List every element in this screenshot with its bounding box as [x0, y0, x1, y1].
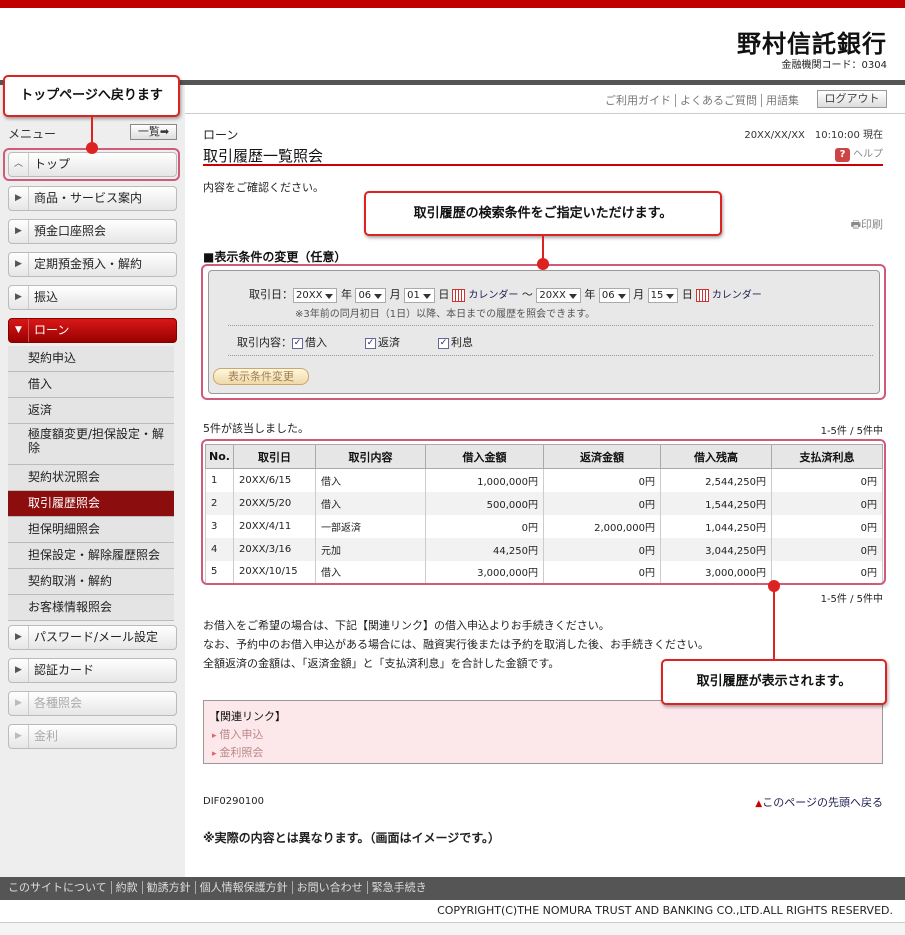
footer: このサイトについて 約款 勧誘方針 個人情報保護方針 お問い合わせ 緊急手続き — [0, 877, 905, 900]
related-links-title: 【関連リンク】 — [209, 710, 286, 723]
arrow-right-icon: ▶ — [9, 692, 29, 715]
arrow-right-icon: ▶ — [9, 220, 29, 243]
sidebar-item-products[interactable]: ▶ 商品・サービス案内 — [8, 186, 177, 211]
help-icon: ? — [835, 148, 850, 162]
arrow-right-icon: ▶ — [9, 286, 29, 309]
glossary-link[interactable]: 用語集 — [762, 94, 803, 107]
note-line: お借入をご希望の場合は、下記【関連リンク】の借入申込よりお手続きください。 — [203, 619, 610, 632]
sidebar-sub-item[interactable]: 契約申込 — [8, 346, 174, 372]
sidebar-sub-item[interactable]: 担保設定・解除履歴照会 — [8, 543, 174, 569]
bank-logo: 野村信託銀行 — [737, 29, 887, 58]
paging-top: 1-5件 / 5件中 — [820, 426, 883, 437]
callout-connector — [773, 588, 775, 660]
sidebar-sub-item[interactable]: 借入 — [8, 372, 174, 398]
bank-code: 金融機関コード：0304 — [781, 60, 887, 71]
sidebar-item-loan[interactable]: ▼ ローン — [8, 318, 177, 343]
footer-link[interactable]: 個人情報保護方針 — [199, 881, 293, 894]
link-rate-inquiry[interactable]: 金利照会 — [212, 744, 263, 760]
menu-list-button[interactable]: 一覧➡ — [130, 124, 177, 140]
footer-link[interactable]: お問い合わせ — [296, 881, 368, 894]
help-link[interactable]: ? ヘルプ — [835, 145, 883, 162]
sidebar-sub-item[interactable]: 契約状況照会 — [8, 465, 174, 491]
sidebar-item-time-deposit[interactable]: ▶ 定期預金預入・解約 — [8, 252, 177, 277]
result-count: 5件が該当しました。 — [203, 422, 309, 435]
print-link[interactable]: 🖶印刷 — [851, 216, 883, 235]
sidebar-item-rates: ▶ 金利 — [8, 724, 177, 749]
page-top-link[interactable]: ▲このページの先頭へ戻る — [755, 794, 883, 810]
callout-search: 取引履歴の検索条件をご指定いただけます。 — [364, 191, 722, 236]
sidebar-sub-item[interactable]: お客様情報照会 — [8, 595, 174, 621]
highlight-table — [201, 439, 886, 585]
sidebar-item-password[interactable]: ▶ パスワード/メール設定 — [8, 625, 177, 650]
link-loan-apply[interactable]: 借入申込 — [212, 726, 263, 742]
logout-button[interactable]: ログアウト — [817, 90, 887, 108]
callout-dot — [86, 142, 98, 154]
note-line: なお、予約中のお借入申込がある場合には、融資実行後または予約を取消した後、お手続… — [203, 638, 709, 651]
sidebar-item-inquiries: ▶ 各種照会 — [8, 691, 177, 716]
arrow-right-icon: ▶ — [9, 626, 29, 649]
sidebar-item-auth-card[interactable]: ▶ 認証カード — [8, 658, 177, 683]
sidebar-item-deposit[interactable]: ▶ 預金口座照会 — [8, 219, 177, 244]
paging-bottom: 1-5件 / 5件中 — [820, 594, 883, 605]
footer-link[interactable]: 約款 — [115, 881, 143, 894]
sidebar-sub-item[interactable]: 返済 — [8, 398, 174, 424]
menu-heading: メニュー — [8, 127, 57, 141]
faq-link[interactable]: よくあるご質問 — [676, 94, 762, 107]
related-links-box: 【関連リンク】 借入申込 金利照会 — [203, 700, 883, 764]
sidebar-sub-item[interactable]: 契約取消・解約 — [8, 569, 174, 595]
intro-text: 内容をご確認ください。 — [203, 181, 324, 194]
footer-link[interactable]: 緊急手続き — [372, 881, 431, 894]
page-title: 取引履歴一覧照会 — [203, 145, 883, 166]
arrow-right-icon: ▶ — [9, 659, 29, 682]
page-bottom — [0, 922, 905, 935]
footer-link[interactable]: このサイトについて — [8, 881, 112, 894]
disclaimer: ※実際の内容とは異なります。（画面はイメージです。） — [203, 831, 501, 845]
sidebar-sub-item-selected[interactable]: 取引履歴照会 — [8, 491, 174, 517]
callout-top: トップページへ戻ります — [3, 75, 180, 117]
note-line: 全額返済の金額は、「返済金額」と「支払済利息」を合計した金額です。 — [203, 657, 560, 670]
footer-link[interactable]: 勧誘方針 — [146, 881, 196, 894]
arrow-right-icon: ▶ — [9, 253, 29, 276]
callout-result: 取引履歴が表示されます。 — [661, 659, 887, 705]
highlight-filter — [201, 264, 886, 400]
utility-bar: ご利用ガイド よくあるご質問 用語集 ログアウト — [185, 85, 905, 114]
callout-dot — [537, 258, 549, 270]
copyright: COPYRIGHT(C)THE NOMURA TRUST AND BANKING… — [437, 904, 893, 917]
arrow-down-icon: ▼ — [9, 319, 29, 342]
section-heading: ■表示条件の変更（任意） — [203, 250, 347, 264]
page-id: DIF0290100 — [203, 796, 264, 807]
arrow-right-icon: ▶ — [9, 725, 29, 748]
current-datetime: 20XX/XX/XX 10:10:00 現在 — [744, 130, 883, 141]
brand-top-bar — [0, 0, 905, 8]
breadcrumb: ローン — [203, 128, 239, 142]
printer-icon: 🖶 — [850, 218, 861, 231]
arrow-right-icon: ▶ — [9, 187, 29, 210]
sidebar-sub-item[interactable]: 担保明細照会 — [8, 517, 174, 543]
sidebar-item-transfer[interactable]: ▶ 振込 — [8, 285, 177, 310]
sidebar-sub-item[interactable]: 極度額変更/担保設定・解除 — [8, 424, 174, 465]
guide-link[interactable]: ご利用ガイド — [601, 94, 676, 107]
